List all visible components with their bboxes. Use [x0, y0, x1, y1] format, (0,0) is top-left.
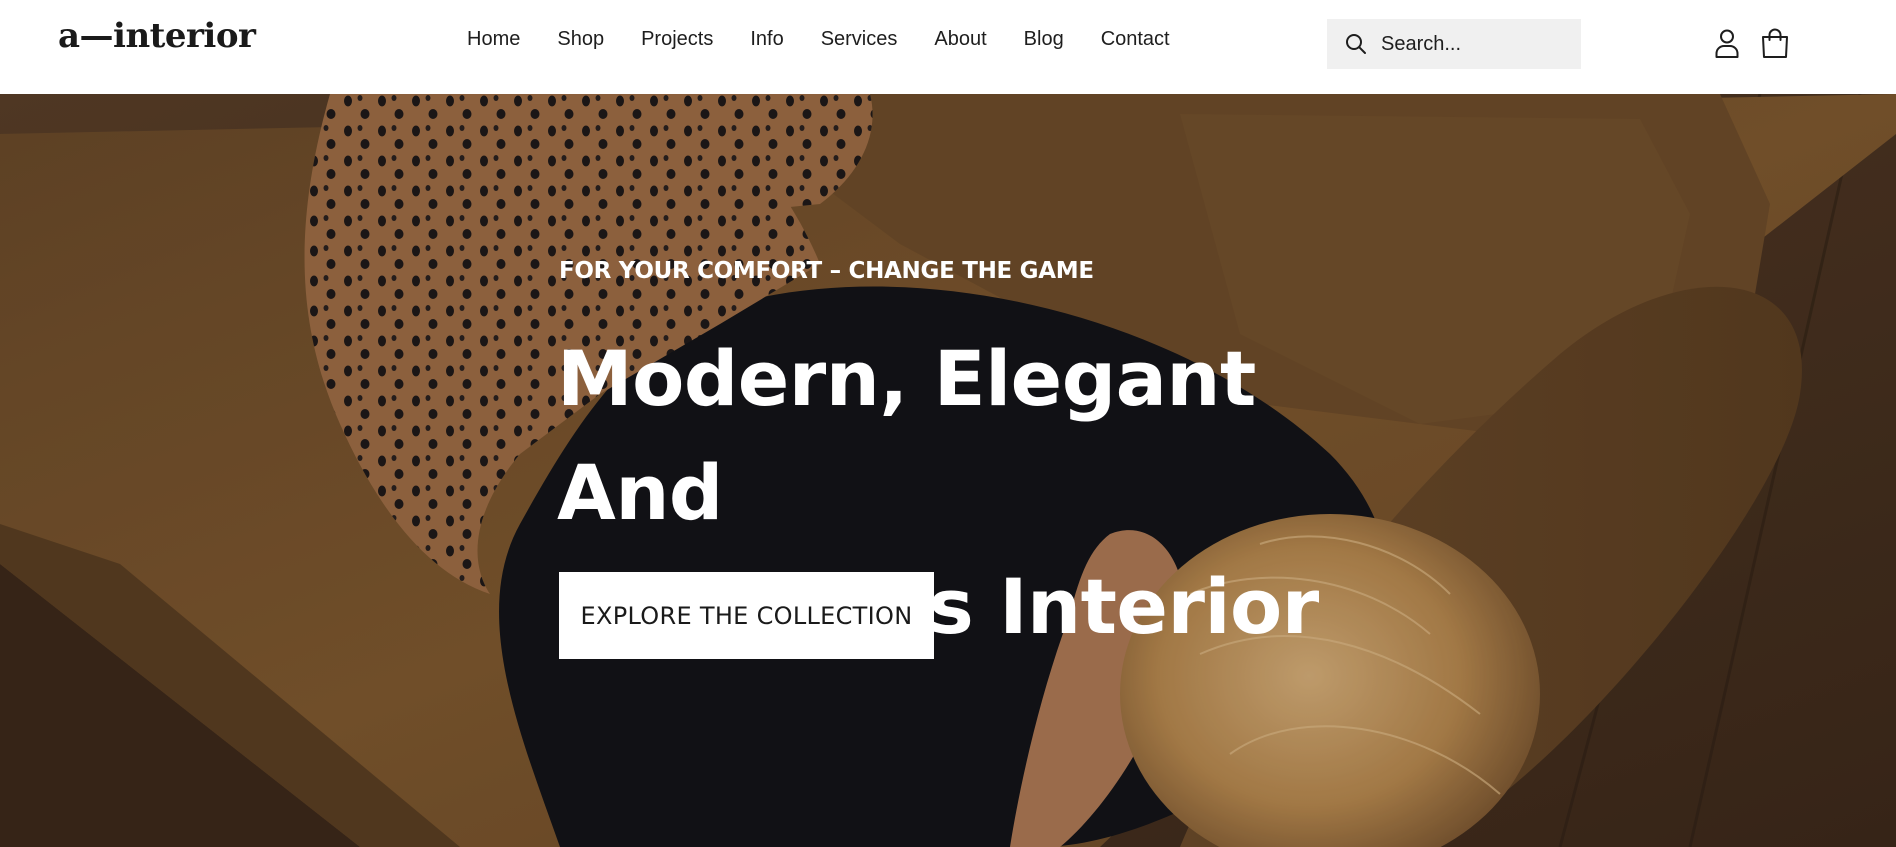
- hero-eyebrow: FOR YOUR COMFORT – CHANGE THE GAME: [559, 258, 1094, 284]
- search-box: [1327, 19, 1581, 69]
- search-icon[interactable]: [1344, 32, 1368, 56]
- explore-collection-button[interactable]: EXPLORE THE COLLECTION: [559, 572, 934, 659]
- main-nav: Home Shop Projects Info Services About B…: [467, 24, 1207, 54]
- nav-item-info[interactable]: Info: [750, 28, 783, 51]
- hero-title-line1: Modern, Elegant And: [557, 334, 1256, 537]
- nav-item-about[interactable]: About: [934, 28, 986, 51]
- nav-item-services[interactable]: Services: [821, 28, 898, 51]
- nav-item-projects[interactable]: Projects: [641, 28, 713, 51]
- site-logo[interactable]: a—interior: [58, 16, 256, 56]
- search-input[interactable]: [1381, 32, 1561, 56]
- nav-item-shop[interactable]: Shop: [557, 28, 604, 51]
- hero-section: FOR YOUR COMFORT – CHANGE THE GAME Moder…: [0, 94, 1896, 847]
- nav-item-home[interactable]: Home: [467, 28, 520, 51]
- nav-item-blog[interactable]: Blog: [1024, 28, 1064, 51]
- nav-item-contact[interactable]: Contact: [1101, 28, 1170, 51]
- user-icon[interactable]: [1710, 26, 1744, 60]
- site-header: a—interior Home Shop Projects Info Servi…: [0, 0, 1896, 94]
- shopping-bag-icon[interactable]: [1758, 26, 1792, 60]
